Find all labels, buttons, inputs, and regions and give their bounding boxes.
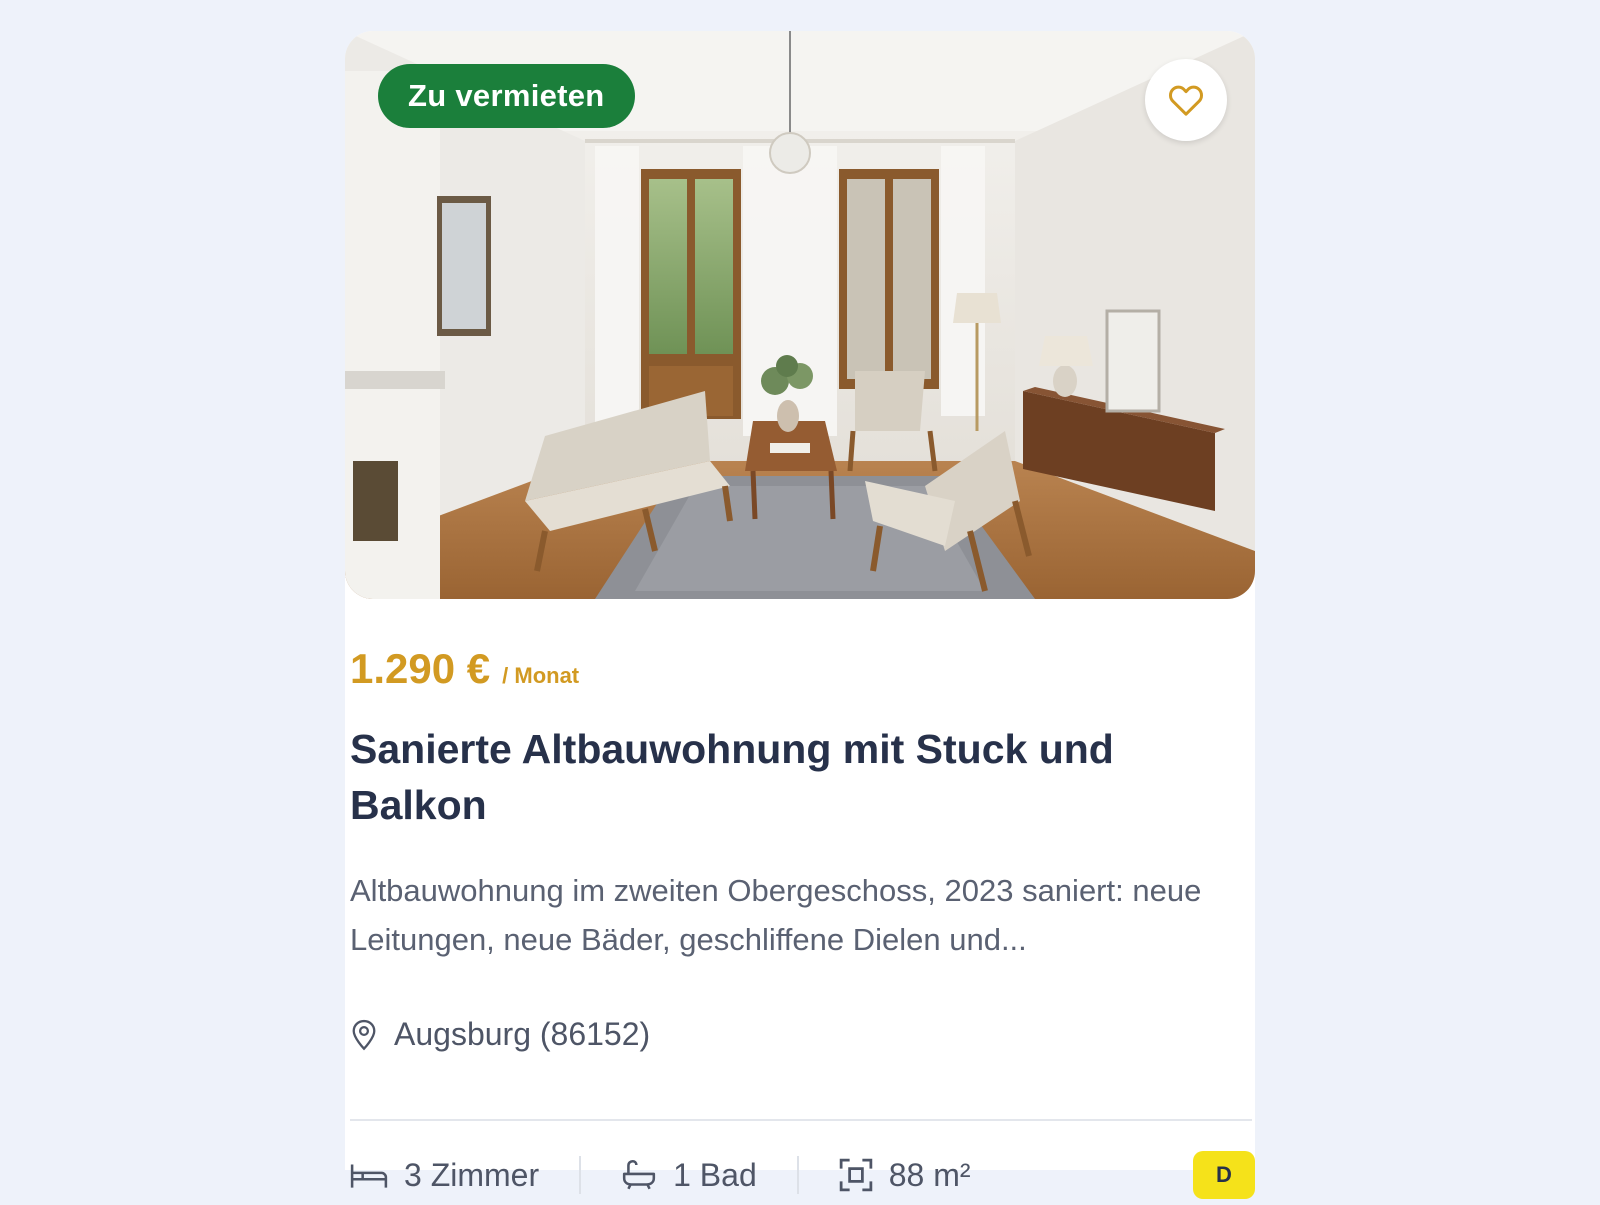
energy-class-badge: D: [1193, 1151, 1255, 1199]
listing-title[interactable]: Sanierte Altbauwohnung mit Stuck und Bal…: [350, 721, 1230, 833]
stats-separator: [579, 1156, 582, 1194]
listing-description: Altbauwohnung im zweiten Obergeschoss, 2…: [350, 873, 1202, 957]
price-period: / Monat: [502, 663, 580, 688]
price-row: 1.290 € / Monat: [350, 645, 579, 693]
listing-stats: 3 Zimmer 1 Bad 88 m² D: [350, 1145, 1255, 1205]
price: 1.290 €: [350, 645, 491, 692]
status-badge: Zu vermieten: [378, 64, 635, 128]
divider: [350, 1119, 1252, 1121]
stats-separator: [796, 1156, 799, 1194]
baths-stat: 1 Bad: [621, 1157, 757, 1194]
listing-card[interactable]: Zu vermieten 1.290 € / Monat Sanierte Al…: [345, 31, 1255, 1199]
favorite-button[interactable]: [1145, 59, 1227, 141]
listing-photo[interactable]: Zu vermieten: [345, 31, 1255, 599]
area-frame-icon: [839, 1158, 872, 1192]
location: Augsburg (86152): [350, 1016, 650, 1053]
baths-text: 1 Bad: [673, 1156, 757, 1193]
heart-icon: [1169, 85, 1203, 116]
bathtub-icon: [623, 1159, 656, 1190]
rooms-stat: 3 Zimmer: [350, 1157, 539, 1194]
bed-icon: [350, 1164, 388, 1188]
area-stat: 88 m²: [839, 1157, 971, 1194]
map-pin-icon: [352, 1019, 376, 1050]
location-text: Augsburg (86152): [394, 1016, 651, 1052]
area-text: 88 m²: [888, 1156, 971, 1193]
rooms-text: 3 Zimmer: [404, 1156, 540, 1193]
